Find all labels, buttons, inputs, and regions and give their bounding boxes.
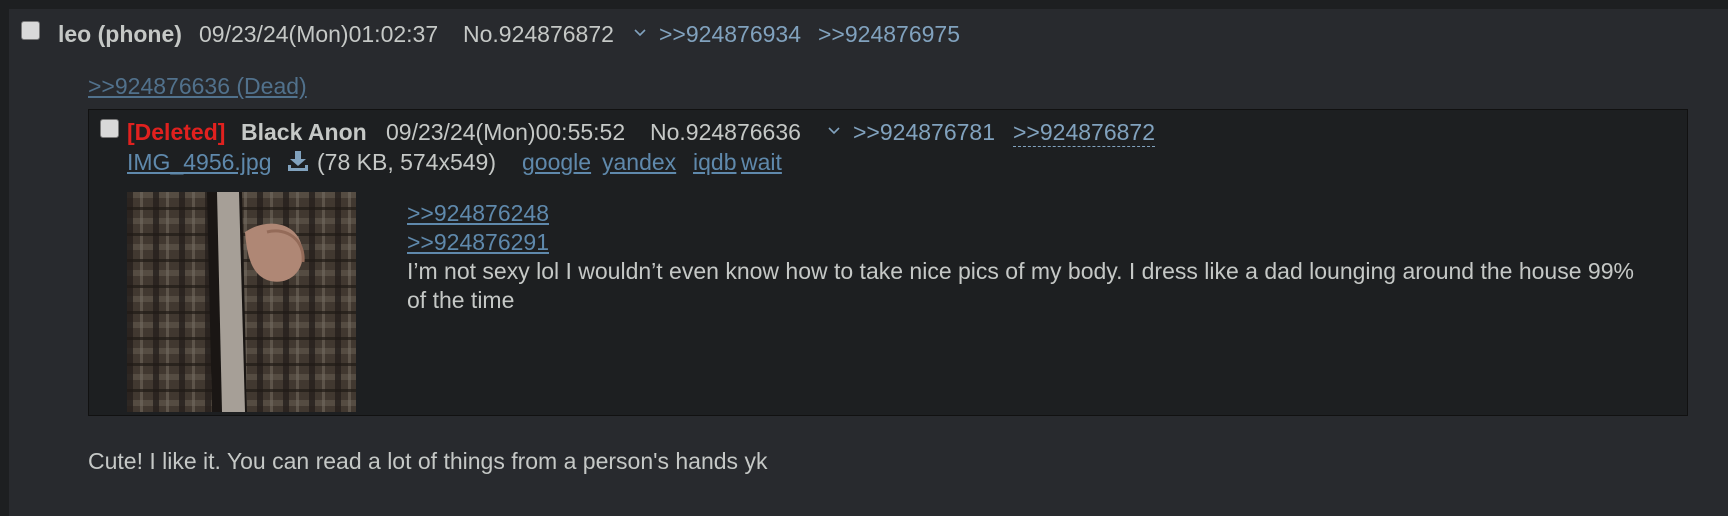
wait-search-link[interactable]: wait [741, 148, 782, 176]
post-header: leo (phone) 09/23/24(Mon)01:02:37 No.924… [9, 9, 1728, 59]
quoted-post-header: [Deleted] Black Anon 09/23/24(Mon)00:55:… [89, 118, 1687, 147]
deleted-tag: [Deleted] [127, 119, 226, 145]
post-thumbnail-image[interactable] [127, 192, 356, 412]
quoted-poster-name: Black Anon [241, 119, 367, 145]
yandex-search-link[interactable]: yandex [602, 148, 676, 176]
backlink[interactable]: >>924876781 [853, 118, 995, 146]
post-datetime: 09/23/24(Mon)01:02:37 [199, 21, 439, 47]
chevron-down-icon[interactable] [633, 9, 647, 59]
backlink[interactable]: >>924876872 [1013, 118, 1155, 147]
quoted-post-comment: >>924876248 >>924876291 I’m not sexy lol… [407, 199, 1647, 315]
poster-name: leo (phone) [58, 21, 182, 47]
download-icon[interactable] [287, 150, 309, 178]
dead-quote-link[interactable]: >>924876636 (Dead) [88, 73, 307, 100]
post-number[interactable]: No.924876872 [463, 9, 614, 59]
quote-link[interactable]: >>924876291 [407, 228, 1647, 257]
quoted-post-datetime: 09/23/24(Mon)00:55:52 [386, 119, 626, 145]
quoted-comment-text: I’m not sexy lol I wouldn’t even know ho… [407, 258, 1634, 313]
file-meta: (78 KB, 574x549) [317, 149, 497, 175]
quoted-post-number[interactable]: No.924876636 [650, 118, 801, 146]
iqdb-search-link[interactable]: iqdb [693, 148, 736, 176]
backlink[interactable]: >>924876934 [659, 9, 801, 59]
quote-link[interactable]: >>924876248 [407, 199, 1647, 228]
file-name-link[interactable]: IMG_4956.jpg [127, 148, 271, 176]
post-comment: Cute! I like it. You can read a lot of t… [88, 448, 768, 474]
reply-post: leo (phone) 09/23/24(Mon)01:02:37 No.924… [9, 9, 1728, 516]
chevron-down-icon[interactable] [827, 118, 841, 146]
backlink[interactable]: >>924876975 [818, 9, 960, 59]
google-search-link[interactable]: google [522, 148, 591, 176]
inline-quoted-post: [Deleted] Black Anon 09/23/24(Mon)00:55:… [88, 109, 1688, 416]
